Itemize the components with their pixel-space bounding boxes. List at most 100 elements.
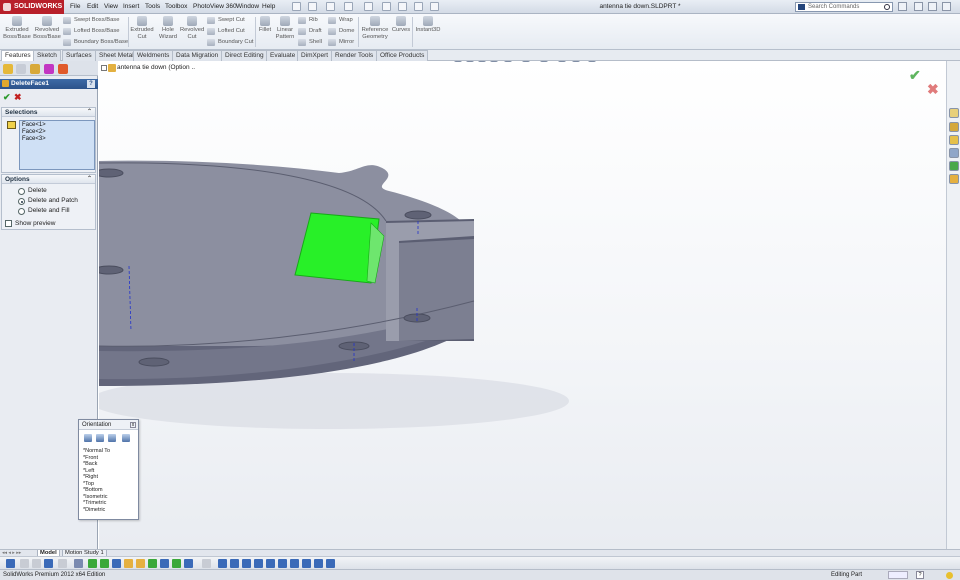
curves-button[interactable]: Curves [391,16,411,34]
menu-file[interactable]: File [70,0,80,14]
collapse-icon[interactable]: ⌃ [87,108,92,117]
pin-dialog-icon[interactable] [122,434,130,442]
display-manager-icon[interactable] [58,64,68,74]
redo-icon[interactable] [32,559,41,568]
swept-cut-button[interactable]: Swept Cut [207,16,245,25]
tab-direct-editing[interactable]: Direct Editing [221,50,268,61]
rib-button[interactable]: Rib [298,16,318,25]
design-library-icon[interactable] [949,122,959,132]
revolved-cut-button[interactable]: Revolved Cut [180,16,204,40]
new-document-icon[interactable] [292,2,301,11]
list-item[interactable]: *Dimetric [83,507,110,514]
list-item[interactable]: Face<1> [22,122,92,129]
rebuild-icon[interactable] [58,559,67,568]
menu-tools[interactable]: Tools [145,0,160,14]
units-selector[interactable] [888,571,908,579]
part-inner-face[interactable] [399,239,474,341]
standard-view-icon[interactable] [218,559,227,568]
line-icon[interactable] [112,559,121,568]
bottom-view-icon[interactable] [290,559,299,568]
menu-photoview[interactable]: PhotoView 360 [193,0,237,14]
tab-office-products[interactable]: Office Products [376,50,429,61]
select-icon[interactable] [6,559,15,568]
print-icon[interactable] [344,2,353,11]
options-icon[interactable] [74,559,83,568]
wrap-button[interactable]: Wrap [328,16,353,25]
feature-tree-flyout[interactable]: antenna tie down (Option .. [101,64,195,72]
new-view-icon[interactable] [84,434,92,442]
confirm-ok-icon[interactable]: ✔ [909,67,921,84]
circle-icon[interactable] [136,559,145,568]
menu-edit[interactable]: Edit [87,0,98,14]
help-icon[interactable]: ? [87,80,95,88]
collapse-icon[interactable]: ⌃ [87,175,92,184]
property-manager-icon[interactable] [16,64,26,74]
radio-button-selected[interactable] [18,198,25,205]
extruded-cut-button[interactable]: Extruded Cut [130,16,154,40]
mirror-button[interactable]: Mirror [328,38,354,47]
file-properties-icon[interactable] [414,2,423,11]
lofted-cut-button[interactable]: Lofted Cut [207,27,245,36]
hole[interactable] [138,357,170,367]
extruded-boss-button[interactable]: Extruded Boss/Base [3,16,31,40]
cancel-x-icon[interactable]: ✖ [14,92,22,102]
shell-button[interactable]: Shell [298,38,322,47]
open-icon[interactable] [308,2,317,11]
tab-dimxpert[interactable]: DimXpert [297,50,333,61]
rectangle-icon[interactable] [124,559,133,568]
reference-geometry-button[interactable]: Reference Geometry [360,16,390,40]
option-delete[interactable]: Delete [18,187,47,195]
select-icon[interactable] [382,2,391,11]
list-item[interactable]: *Normal To [83,448,110,455]
view-palette-icon[interactable] [949,148,959,158]
faces-selection-box[interactable]: Face<1> Face<2> Face<3> [19,120,95,170]
reset-views-icon[interactable] [108,434,116,442]
option-delete-and-patch[interactable]: Delete and Patch [18,197,78,205]
appearances-icon[interactable] [949,161,959,171]
close-icon[interactable]: x [130,422,136,428]
back-view-icon[interactable] [242,559,251,568]
search-icon[interactable] [884,4,890,10]
menu-toolbox[interactable]: Toolbox [165,0,187,14]
undo-icon[interactable] [20,559,29,568]
arc-icon[interactable] [148,559,157,568]
instant3d-button[interactable]: Instant3D [414,16,442,34]
feature-manager-icon[interactable] [3,64,13,74]
expand-icon[interactable] [101,65,107,71]
hole-wizard-button[interactable]: Hole Wizard [156,16,180,40]
mirror-entities-icon[interactable] [184,559,193,568]
configuration-manager-icon[interactable] [30,64,40,74]
confirm-cancel-icon[interactable]: ✖ [927,81,939,98]
ok-check-icon[interactable]: ✔ [3,92,11,102]
top-view-icon[interactable] [278,559,287,568]
minimize-button[interactable] [914,2,923,11]
rebuild-status-icon[interactable] [946,572,953,579]
restore-button[interactable] [928,2,937,11]
save-icon[interactable] [326,2,335,11]
trim-icon[interactable] [172,559,181,568]
help-icon[interactable]: ? [916,571,924,579]
resources-icon[interactable] [949,108,959,118]
select-tool-icon[interactable] [44,559,53,568]
menu-window[interactable]: Window [236,0,259,14]
option-delete-and-fill[interactable]: Delete and Fill [18,207,70,215]
draft-button[interactable]: Draft [298,27,322,36]
front-view-icon[interactable] [230,559,239,568]
tab-evaluate[interactable]: Evaluate [266,50,300,61]
list-item[interactable]: *Trimetric [83,500,110,507]
hole[interactable] [99,168,124,178]
tab-sheet-metal[interactable]: Sheet Metal [95,50,138,61]
revolved-boss-button[interactable]: Revolved Boss/Base [33,16,61,40]
right-view-icon[interactable] [266,559,275,568]
tab-weldments[interactable]: Weldments [133,50,174,61]
show-preview-checkbox[interactable]: Show preview [5,220,55,228]
solidworks-logo[interactable]: SOLIDWORKS [0,0,64,14]
left-view-icon[interactable] [254,559,263,568]
tab-render-tools[interactable]: Render Tools [331,50,378,61]
dome-button[interactable]: Dome [328,27,354,36]
isometric-view-icon[interactable] [302,559,311,568]
linear-pattern-button[interactable]: Linear Pattern [275,16,295,40]
trimetric-view-icon[interactable] [314,559,323,568]
spline-icon[interactable] [160,559,169,568]
close-button[interactable] [942,2,951,11]
